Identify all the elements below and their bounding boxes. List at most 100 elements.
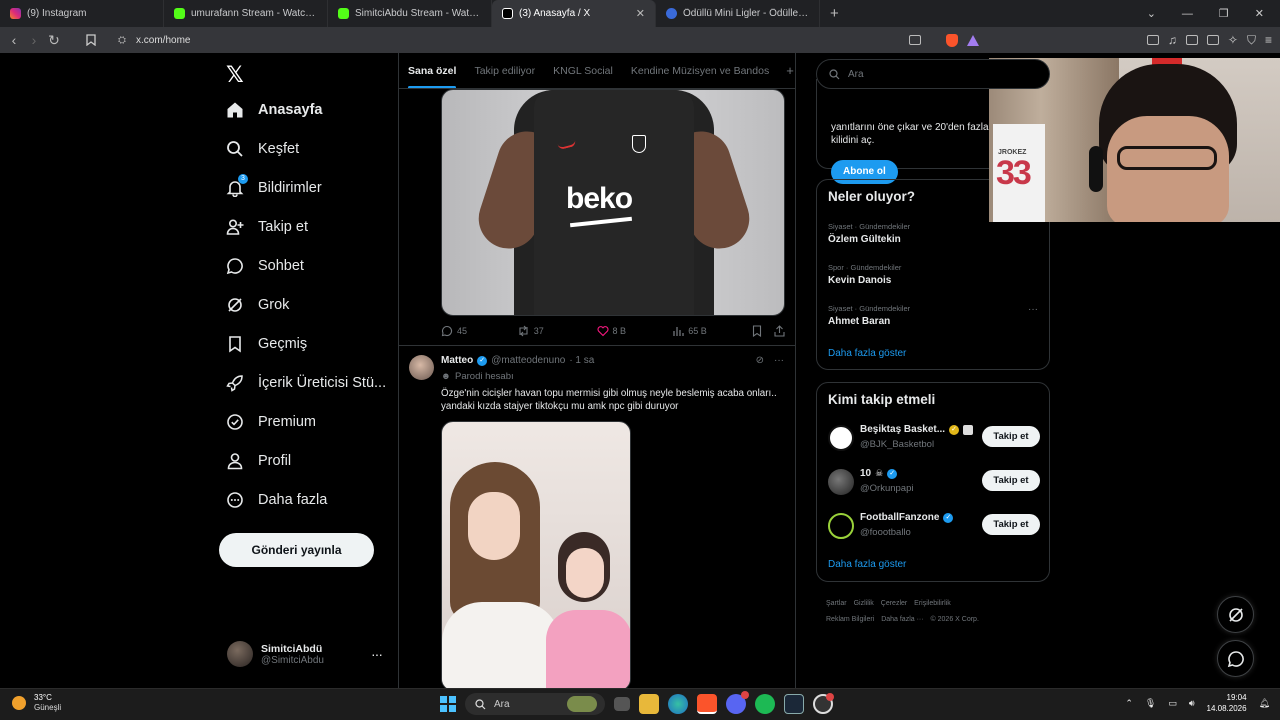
trend-item[interactable]: Spor · Gündemdekiler Kevin Danois (828, 263, 1038, 286)
bookmark-icon[interactable] (752, 325, 762, 337)
tab-following[interactable]: Takip ediliyor (465, 53, 544, 88)
menu-icon[interactable]: ≡ (1265, 33, 1272, 47)
tab-list-icon[interactable]: ⌄ (1147, 7, 1156, 20)
taskbar-search[interactable]: Ara (465, 693, 605, 715)
url-field[interactable]: ⛭ x.com/home (86, 34, 190, 46)
nav-item-home[interactable]: Anasayfa (226, 101, 322, 119)
nav-item-bookmarks[interactable]: Geçmiş (226, 335, 307, 353)
nav-item-follow[interactable]: Takip et (226, 218, 308, 236)
nav-item-profile[interactable]: Profil (226, 452, 291, 470)
trend-item[interactable]: Siyaset · Gündemdekiler Ahmet Baran ··· (828, 304, 1038, 327)
brave-shield-icon[interactable] (945, 33, 958, 47)
footer-link[interactable]: Şartlar (826, 600, 847, 607)
url-text[interactable]: x.com/home (136, 35, 190, 46)
display-icon[interactable]: ▭ (1168, 698, 1177, 709)
trends-show-more-link[interactable]: Daha fazla göster (828, 348, 906, 359)
post-image-selfie[interactable] (441, 421, 631, 688)
back-button[interactable]: ‹ (4, 32, 24, 48)
grok-icon[interactable]: ⊘ (756, 355, 764, 366)
cast-icon[interactable] (908, 35, 921, 45)
clock[interactable]: 19:04 14.08.2026 (1207, 692, 1247, 714)
browser-tab-kick-2[interactable]: SimitciAbdu Stream - Watch Live on (328, 0, 492, 27)
footer-link[interactable]: Çerezler (881, 600, 907, 607)
more-horizontal-icon[interactable]: ··· (1028, 304, 1038, 315)
browser-tab-kick-1[interactable]: umurafann Stream - Watch Live o (164, 0, 328, 27)
footer-link[interactable]: Reklam Bilgileri (826, 616, 874, 623)
forward-button[interactable]: › (24, 32, 44, 48)
site-info-icon[interactable]: ⛭ (118, 35, 126, 46)
who-to-follow-show-more-link[interactable]: Daha fazla göster (828, 559, 906, 570)
microphone-icon[interactable]: 🎙︎ (1145, 698, 1156, 709)
follow-button[interactable]: Takip et (982, 470, 1040, 491)
follow-suggestion[interactable]: FootballFanzone ✓ @foootballo Takip et (828, 509, 1040, 543)
brave-icon[interactable] (697, 694, 717, 714)
reply-button[interactable]: 45 (441, 325, 517, 337)
footer-link[interactable]: Erişilebilirlik (914, 600, 951, 607)
browser-tab-instagram[interactable]: (9) Instagram (0, 0, 164, 27)
weather-widget[interactable]: 33°C Güneşli (12, 693, 61, 713)
account-switcher[interactable]: SimitciAbdü @SimitciAbdu ··· (227, 641, 383, 667)
tab-for-you[interactable]: Sana özel (399, 53, 465, 88)
spotify-icon[interactable] (755, 694, 775, 714)
notifications-icon[interactable]: 🔔︎ (1259, 698, 1270, 709)
like-button[interactable]: 8 B (596, 325, 673, 337)
follow-button[interactable]: Takip et (982, 514, 1040, 535)
close-tab-icon[interactable]: ✕ (636, 7, 645, 20)
footer-link[interactable]: Daha fazla ··· (881, 616, 923, 623)
repost-button[interactable]: 37 (517, 325, 597, 337)
follow-suggestion[interactable]: 10 ☠ ✓ @Orkunpapi Takip et (828, 465, 1040, 499)
post-time[interactable]: · 1 sa (569, 355, 594, 366)
steam-icon[interactable] (784, 694, 804, 714)
file-explorer-icon[interactable] (639, 694, 659, 714)
grok-floating-button[interactable] (1217, 596, 1254, 633)
sidebar-icon[interactable] (1185, 35, 1198, 45)
close-window-button[interactable]: ✕ (1255, 7, 1264, 20)
views-button[interactable]: 65 B (672, 325, 752, 337)
brave-rewards-icon[interactable] (966, 34, 979, 46)
follow-suggestion[interactable]: Beşiktaş Basket... ✓ @BJK_Basketbol Taki… (828, 421, 1040, 455)
task-view-icon[interactable] (614, 697, 630, 711)
more-horizontal-icon[interactable]: ··· (774, 355, 784, 366)
browser-tab-x[interactable]: (3) Anasayfa / X ✕ (492, 0, 656, 27)
reload-button[interactable]: ↻ (44, 32, 64, 49)
extensions-icon[interactable] (1146, 35, 1159, 45)
nav-item-chat[interactable]: Sohbet (226, 257, 304, 275)
new-tab-button[interactable]: + (820, 5, 849, 22)
music-icon[interactable]: ♫ (1168, 33, 1177, 47)
post-image-jersey[interactable]: beko (441, 89, 785, 316)
author-handle[interactable]: @matteodenuno (491, 355, 565, 366)
start-button[interactable] (440, 696, 456, 712)
messages-floating-button[interactable] (1217, 640, 1254, 677)
share-icon[interactable] (774, 325, 785, 337)
add-tab-icon[interactable]: + (782, 63, 795, 78)
tray-overflow-icon[interactable]: ⌃ (1125, 698, 1133, 709)
search-input[interactable]: Ara (816, 59, 1050, 89)
minimize-button[interactable]: — (1182, 8, 1193, 20)
maximize-button[interactable]: ❐ (1219, 7, 1229, 20)
edge-icon[interactable] (668, 694, 688, 714)
obs-icon[interactable] (813, 693, 834, 714)
nav-item-premium[interactable]: Premium (226, 413, 316, 431)
trend-item[interactable]: Siyaset · Gündemdekiler Özlem Gültekin (828, 222, 1038, 245)
nav-item-explore[interactable]: Keşfet (226, 140, 299, 158)
author-name[interactable]: Matteo (441, 355, 473, 366)
nav-item-creator-studio[interactable]: İçerik Üreticisi Stü... (226, 374, 386, 392)
post-button[interactable]: Gönderi yayınla (219, 533, 374, 567)
nav-item-more[interactable]: Daha fazla (226, 491, 327, 509)
vpn-icon[interactable]: ⛉ (1247, 33, 1256, 48)
bookmark-page-icon[interactable] (86, 34, 96, 46)
avatar[interactable] (409, 355, 434, 380)
follow-button[interactable]: Takip et (982, 426, 1040, 447)
nav-item-grok[interactable]: Grok (226, 296, 289, 314)
volume-icon[interactable]: 🔊︎ (1189, 698, 1195, 709)
tab-kngl-social[interactable]: KNGL Social (544, 53, 622, 88)
tab-musician-list[interactable]: Kendine Müzisyen ve Bandos (622, 53, 778, 88)
footer-link[interactable]: Gizlilik (854, 600, 874, 607)
browser-tab-tff[interactable]: Ödüllü Mini Ligler - Ödüller - TFF Fan (656, 0, 820, 27)
discord-icon[interactable] (726, 691, 749, 714)
more-horizontal-icon[interactable]: ··· (371, 646, 383, 662)
leo-ai-icon[interactable]: ✧ (1228, 33, 1238, 47)
nav-item-notifications[interactable]: 3 Bildirimler (226, 174, 322, 197)
x-logo-icon[interactable]: 𝕏 (226, 62, 244, 88)
wallet-icon[interactable] (1206, 35, 1219, 45)
